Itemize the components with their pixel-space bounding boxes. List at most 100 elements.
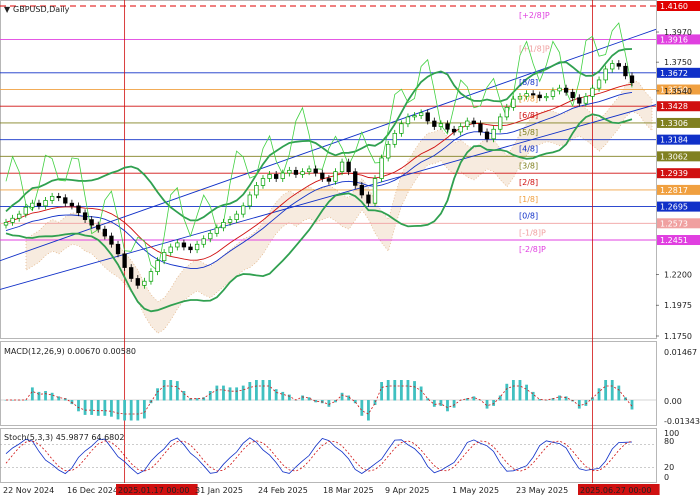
candle-body (30, 202, 35, 208)
murrey-label: [6/8] (519, 111, 538, 120)
macd-bar (261, 380, 265, 401)
macd-bar (518, 380, 522, 401)
candle-body (583, 96, 589, 104)
candle-body (17, 213, 22, 219)
macd-bar (492, 400, 496, 406)
macd-bar (268, 380, 271, 401)
macd-bar (511, 380, 515, 401)
candle-body (432, 120, 437, 127)
candle-body (56, 195, 61, 199)
murrey-label: [+2/8]P (519, 11, 550, 20)
candle-body (194, 243, 200, 251)
candle-body (451, 128, 457, 133)
candle-body (372, 178, 378, 204)
candle-body (96, 224, 101, 230)
candle-body (214, 227, 220, 234)
macd-bar (103, 400, 107, 416)
candle-body (313, 168, 318, 174)
macd-bar (142, 400, 146, 419)
macd-bar (505, 383, 509, 401)
candle-body (63, 197, 68, 204)
macd-bar (44, 391, 47, 401)
murrey-label: [2/8] (519, 178, 538, 187)
candle-body (69, 202, 75, 207)
x-tick-label: 24 Feb 2025 (258, 486, 308, 495)
murrey-label: [4/8] (519, 145, 538, 154)
x-tick-label: 23 May 2025 (516, 486, 568, 495)
x-tick-label: 31 Jan 2025 (195, 486, 243, 495)
price-tag-label: 1.3672 (660, 69, 688, 78)
macd-bar (129, 400, 133, 421)
candle-body (287, 169, 292, 174)
candle-body (10, 217, 15, 223)
candle-body (155, 260, 160, 272)
candle-body (306, 168, 312, 173)
candle-body (254, 185, 259, 196)
candle-body (161, 252, 167, 262)
candle-body (557, 87, 562, 92)
candle-body (366, 194, 371, 204)
price-tags: 1.41601.39161.36721.35501.34281.33061.31… (657, 1, 700, 246)
candle-body (399, 123, 404, 134)
x-tick-label: 2025.06.27 00:00 (580, 486, 651, 495)
macd-bar (228, 387, 232, 401)
candle-body (504, 106, 509, 118)
candle-body (629, 75, 635, 84)
price-tag-label: 1.3306 (660, 119, 688, 128)
macd-bar (413, 381, 416, 401)
candle-body (412, 115, 417, 118)
stoch-tick-label: 0 (664, 473, 669, 482)
macd-bar (90, 400, 94, 415)
price-tag-label: 1.2573 (660, 219, 688, 228)
chart-title: GBPUSD,Daily (13, 5, 70, 14)
candle-body (129, 267, 134, 279)
candle-body (293, 169, 299, 175)
y-tick-label: 1.3750 (664, 58, 692, 67)
x-tick-label: 22 Nov 2024 (3, 486, 54, 495)
stoch-label: Stoch(5,3,3) 45.9877 64.6802 (4, 433, 124, 442)
macd-bar (241, 385, 245, 401)
macd-bar (116, 400, 120, 420)
macd-bar (597, 388, 601, 401)
macd-bar (525, 384, 528, 401)
candle-body (511, 98, 516, 108)
candle-body (208, 232, 213, 240)
macd-bar (24, 400, 28, 401)
murrey-label: [0/8] (519, 212, 538, 221)
candle-body (168, 246, 173, 253)
macd-bar (604, 380, 608, 401)
candle-body (478, 123, 483, 133)
y-tick-label: 1.3540 (664, 87, 692, 96)
candle-body (359, 185, 364, 196)
candle-body (610, 63, 615, 70)
macd-bar (439, 400, 443, 406)
macd-bar (610, 380, 614, 401)
macd-bar (367, 400, 370, 421)
y-tick-label: 1.2200 (664, 270, 692, 279)
candle-body (333, 171, 338, 182)
candle-body (570, 91, 575, 99)
macd-bar (327, 400, 331, 407)
macd-bar (281, 391, 285, 401)
macd-bar (406, 380, 410, 401)
candle-body (590, 87, 595, 97)
candle-body (386, 143, 391, 159)
candle-body (122, 253, 127, 268)
macd-bar (360, 400, 364, 416)
candle-body (471, 120, 477, 125)
macd-bar (222, 385, 225, 401)
x-axis-ticks: 22 Nov 2024 16 Dec 2024 2025.01.17 00:00 31… (3, 484, 660, 495)
candle-body (89, 219, 94, 226)
candle-body (623, 65, 628, 77)
macd-bar (255, 380, 258, 401)
macd-bar (83, 400, 87, 415)
macd-tick-label: 0.01467 (664, 348, 697, 357)
candle-body (498, 116, 503, 130)
candle-body (438, 123, 444, 127)
x-tick-label: 18 Mar 2025 (323, 486, 374, 495)
candle-body (616, 63, 621, 67)
macd-bar (169, 380, 173, 401)
candle-body (326, 178, 332, 182)
macd-bar (432, 400, 436, 407)
candle-body (550, 90, 556, 97)
